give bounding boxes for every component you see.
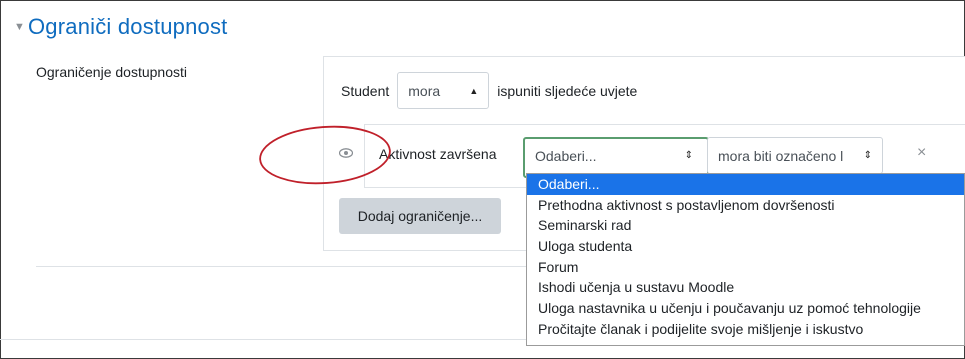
- dropdown-option[interactable]: Uloga nastavnika u učenju i poučavanju u…: [527, 298, 964, 319]
- condition-label: Aktivnost završena: [379, 146, 497, 162]
- dropdown-option[interactable]: Prethodna aktivnost s postavljenom dovrš…: [527, 195, 964, 216]
- dropdown-option[interactable]: Odaberi...: [527, 174, 964, 195]
- rule-subject: Student: [341, 82, 390, 99]
- field-label: Ograničenje dostupnosti: [36, 64, 187, 80]
- completion-state-value: mora biti označeno l: [718, 147, 844, 164]
- chevron-down-icon[interactable]: ▼: [14, 21, 28, 33]
- rule-suffix: ispuniti sljedeće uvjete: [497, 82, 638, 99]
- select-arrows-icon: ▲︎: [469, 85, 479, 96]
- close-icon[interactable]: ×: [917, 144, 926, 162]
- dropdown-option[interactable]: Uloga studenta: [527, 236, 964, 257]
- activity-select-focus-ring: [523, 137, 709, 178]
- completion-state-select[interactable]: mora biti označeno l ⇕: [707, 137, 883, 174]
- activity-dropdown-list: Odaberi... Prethodna aktivnost s postavl…: [526, 173, 965, 346]
- select-arrows-icon: ⇕: [863, 150, 872, 161]
- section-header[interactable]: ▼ Ograniči dostupnost: [14, 14, 227, 40]
- eye-icon[interactable]: [338, 145, 354, 161]
- add-restriction-button[interactable]: Dodaj ograničenje...: [339, 198, 501, 234]
- rule-mode-select[interactable]: mora ▲︎: [397, 72, 490, 109]
- rule-mode-value: mora: [408, 82, 441, 99]
- section-title[interactable]: Ograniči dostupnost: [28, 14, 227, 40]
- dropdown-option[interactable]: Forum: [527, 257, 964, 278]
- dropdown-option[interactable]: Pročitajte članak i podijelite svoje miš…: [527, 319, 964, 340]
- dropdown-option[interactable]: Seminarski rad: [527, 215, 964, 236]
- dropdown-option[interactable]: Ishodi učenja u sustavu Moodle: [527, 277, 964, 298]
- restriction-rule-row: Student mora ▲︎ ispuniti sljedeće uvjete: [341, 72, 637, 109]
